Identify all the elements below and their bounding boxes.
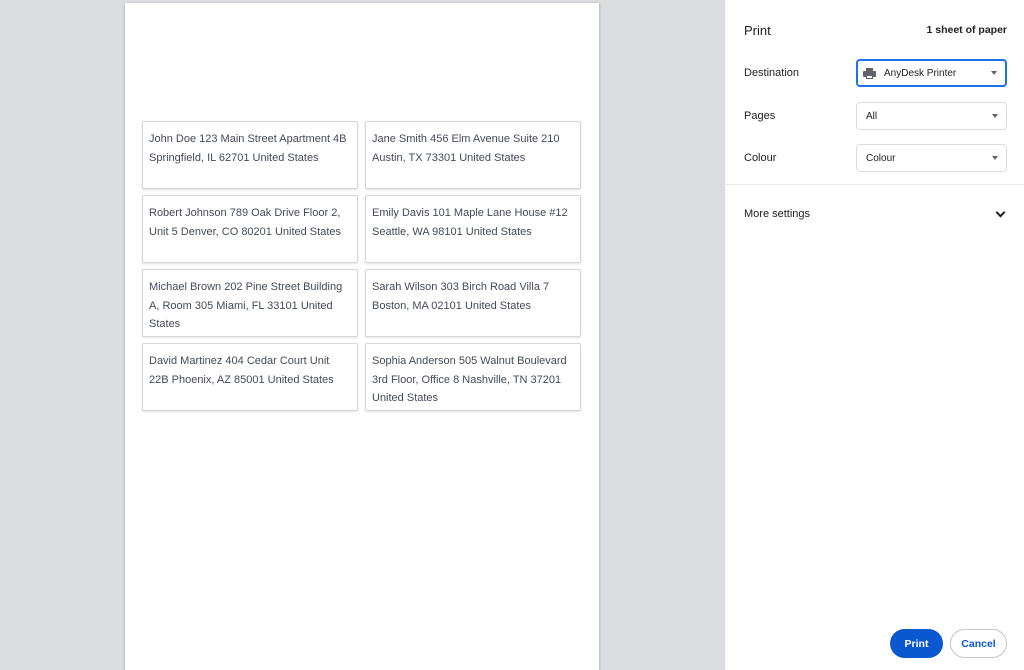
dropdown-caret-icon xyxy=(992,156,998,160)
labels-grid: John Doe 123 Main Street Apartment 4B Sp… xyxy=(142,121,582,411)
colour-row: Colour Colour xyxy=(744,144,1007,172)
address-label: Emily Davis 101 Maple Lane House #12 Sea… xyxy=(365,195,581,263)
action-buttons: Print Cancel xyxy=(890,629,1007,658)
print-settings-panel: Print 1 sheet of paper Destination AnyDe… xyxy=(725,0,1024,670)
address-label: David Martinez 404 Cedar Court Unit 22B … xyxy=(142,343,358,411)
panel-title: Print xyxy=(744,22,771,38)
destination-row: Destination AnyDesk Printer xyxy=(744,59,1007,87)
sheet-count: 1 sheet of paper xyxy=(926,24,1007,36)
address-label: Sophia Anderson 505 Walnut Boulevard 3rd… xyxy=(365,343,581,411)
chevron-down-icon xyxy=(995,207,1006,217)
address-label: John Doe 123 Main Street Apartment 4B Sp… xyxy=(142,121,358,189)
dropdown-caret-icon xyxy=(991,71,997,75)
panel-header: Print 1 sheet of paper xyxy=(744,22,1007,38)
colour-select[interactable]: Colour xyxy=(856,144,1007,172)
print-button[interactable]: Print xyxy=(890,629,943,658)
more-settings-toggle[interactable]: More settings xyxy=(744,204,1007,224)
destination-select[interactable]: AnyDesk Printer xyxy=(856,59,1007,87)
colour-label: Colour xyxy=(744,152,777,164)
print-preview-area: John Doe 123 Main Street Apartment 4B Sp… xyxy=(0,0,725,670)
address-label: Michael Brown 202 Pine Street Building A… xyxy=(142,269,358,337)
divider xyxy=(725,184,1024,185)
printer-icon xyxy=(863,67,876,79)
address-label: Jane Smith 456 Elm Avenue Suite 210 Aust… xyxy=(365,121,581,189)
colour-value: Colour xyxy=(866,152,896,164)
destination-label: Destination xyxy=(744,67,800,79)
preview-page: John Doe 123 Main Street Apartment 4B Sp… xyxy=(125,3,599,670)
address-label: Robert Johnson 789 Oak Drive Floor 2, Un… xyxy=(142,195,358,263)
dropdown-caret-icon xyxy=(992,114,998,118)
more-settings-label: More settings xyxy=(744,208,811,220)
cancel-button[interactable]: Cancel xyxy=(950,629,1007,658)
pages-select[interactable]: All xyxy=(856,102,1007,130)
address-label: Sarah Wilson 303 Birch Road Villa 7 Bost… xyxy=(365,269,581,337)
pages-value: All xyxy=(866,110,878,122)
pages-label: Pages xyxy=(744,110,776,122)
destination-value: AnyDesk Printer xyxy=(884,67,957,79)
pages-row: Pages All xyxy=(744,102,1007,130)
